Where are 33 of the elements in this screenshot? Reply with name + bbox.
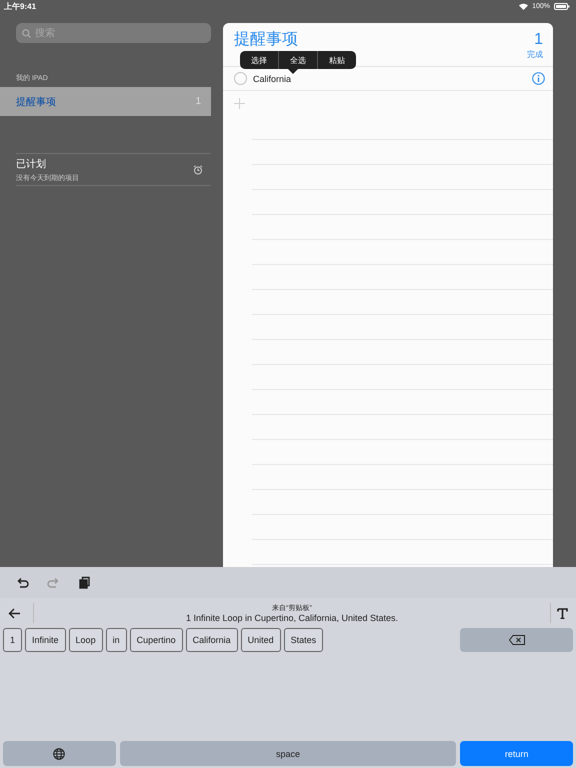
menu-item[interactable]: 全选 [278, 51, 317, 69]
menu-item[interactable]: 选择 [240, 51, 278, 69]
word-suggestion[interactable]: Infinite [25, 628, 66, 652]
paste-icon[interactable] [78, 576, 91, 589]
clipboard-text[interactable]: 1 Infinite Loop in Cupertino, California, United States. [186, 613, 398, 623]
word-suggestion[interactable]: United [240, 628, 281, 652]
completed-count: 1 [534, 31, 543, 49]
search-icon [22, 28, 31, 38]
word-suggestion[interactable]: Loop [68, 628, 103, 652]
space-key[interactable]: space [120, 741, 456, 766]
delete-icon [508, 635, 524, 645]
wifi-icon [519, 2, 528, 10]
word-suggestion[interactable]: in [106, 628, 127, 652]
word-suggestion[interactable]: States [284, 628, 324, 652]
word-suggestion[interactable]: California [186, 628, 238, 652]
list-name: 提醒事项 [16, 96, 56, 108]
word-suggestion[interactable]: 1 [3, 628, 22, 652]
reminder-text[interactable]: California [253, 74, 526, 84]
alarm-clock-icon [193, 164, 203, 174]
undo-icon[interactable] [16, 576, 29, 589]
menu-item[interactable]: 粘贴 [317, 51, 356, 69]
scheduled-title: 已计划 [16, 158, 47, 170]
return-key[interactable]: return [460, 741, 573, 766]
back-arrow-icon[interactable] [8, 606, 21, 620]
word-suggestion[interactable]: Cupertino [130, 628, 183, 652]
battery-icon [554, 2, 570, 10]
globe-key[interactable] [3, 741, 116, 766]
info-icon[interactable] [532, 72, 545, 85]
list-title: 提醒事项 [234, 31, 298, 49]
text-format-icon[interactable] [557, 608, 568, 618]
globe-icon [53, 748, 66, 760]
status-time: 上午9:41 [4, 0, 36, 12]
list-count: 1 [195, 96, 201, 107]
